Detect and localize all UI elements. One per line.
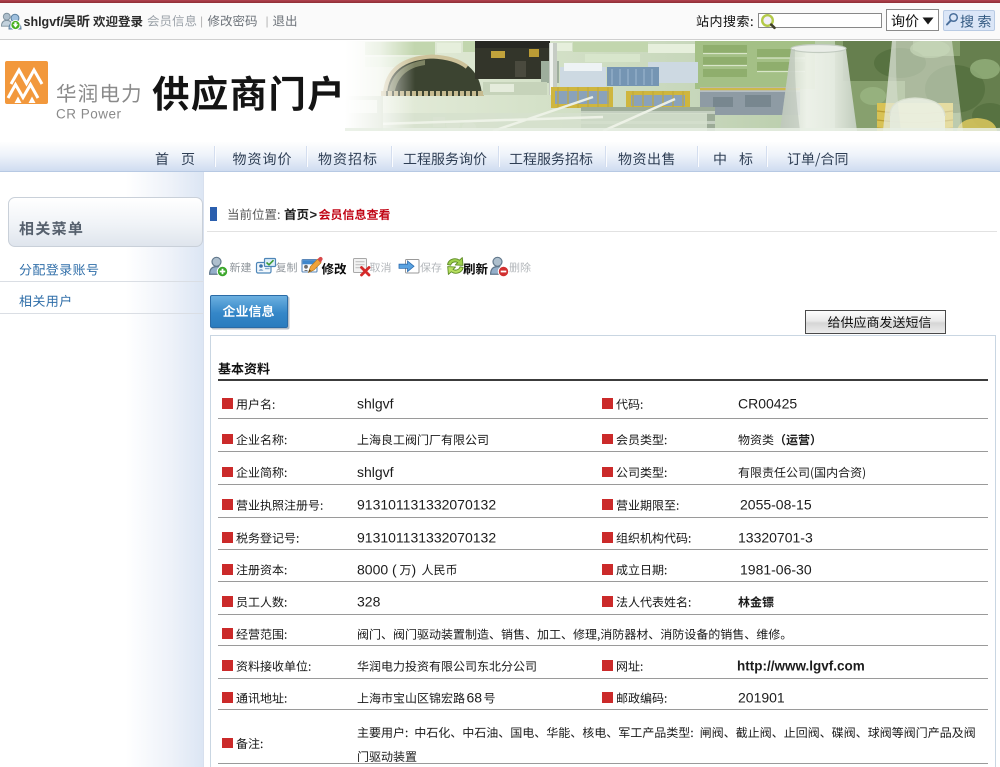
svg-text:13320701-3: 13320701-3 [738,530,813,546]
svg-text:CR00425: CR00425 [738,396,797,412]
svg-text:CR Power: CR Power [56,107,122,122]
svg-text:913101131332070132: 913101131332070132 [357,497,496,513]
svg-text:8000 (: 8000 ( [357,561,397,577]
svg-text:shlgvf: shlgvf [357,396,394,412]
svg-text:328: 328 [357,594,381,610]
svg-text:shlgvf/: shlgvf/ [24,15,65,29]
svg-text:|: | [266,14,269,28]
svg-text:|: | [200,14,203,28]
svg-text:): ) [412,561,417,577]
svg-text:http://www.lgvf.com: http://www.lgvf.com [737,659,865,674]
svg-text:201901: 201901 [738,690,785,706]
svg-text:68: 68 [467,690,483,706]
svg-text:>: > [310,207,318,222]
svg-text:2055-08-15: 2055-08-15 [740,497,812,513]
svg-text:1981-06-30: 1981-06-30 [740,561,812,577]
svg-text:913101131332070132: 913101131332070132 [357,530,496,546]
svg-text:shlgvf: shlgvf [357,464,394,480]
